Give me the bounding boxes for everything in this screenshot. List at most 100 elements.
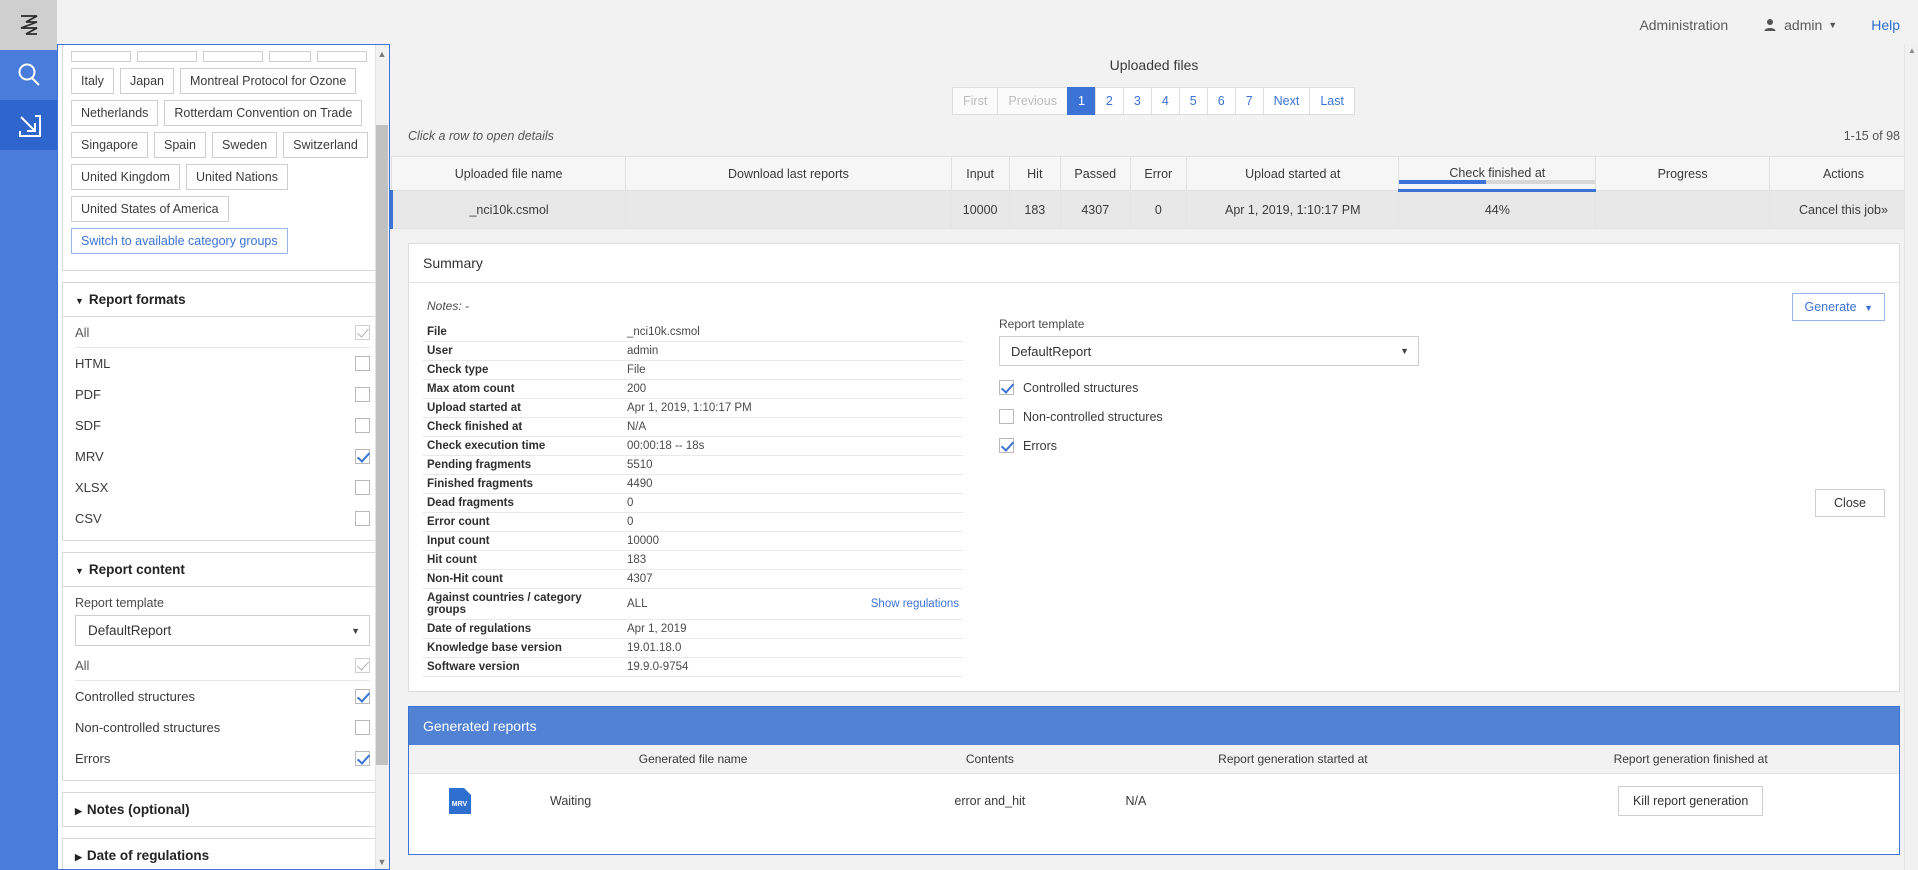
pagination-last[interactable]: Last [1309,87,1355,115]
report-format-row-csv[interactable]: CSV [75,503,370,534]
cell-downloads[interactable] [626,191,952,229]
kill-report-generation-button[interactable]: Kill report generation [1618,786,1763,816]
user-menu[interactable]: admin ▼ [1762,17,1837,33]
category-chip[interactable]: United Kingdom [71,164,180,190]
cell-action-cancel[interactable]: Cancel this job» [1769,191,1917,229]
col-error[interactable]: Error [1130,157,1187,191]
pagination-page-3[interactable]: 3 [1123,87,1152,115]
caret-right-icon: ▶ [75,806,82,816]
chip-clipped[interactable] [137,51,197,62]
report-format-row-sdf[interactable]: SDF [75,410,370,441]
sidebar-scrollbar-thumb[interactable] [376,125,388,765]
report-formats-header[interactable]: ▼Report formats [63,283,382,317]
report-content-checkbox-noncontrolled[interactable] [355,720,370,735]
category-chip[interactable]: Spain [154,132,206,158]
scroll-up-icon[interactable]: ▲ [376,47,388,61]
switch-category-groups-button[interactable]: Switch to available category groups [71,228,288,254]
summary-checkbox-noncontrolled[interactable] [999,409,1014,424]
category-chip[interactable]: United Nations [186,164,288,190]
sidebar-item-import[interactable] [0,100,57,150]
category-chip[interactable]: Italy [71,68,114,94]
summary-checkbox-controlled[interactable] [999,380,1014,395]
nav-help[interactable]: Help [1871,17,1900,33]
col-upload-started-at[interactable]: Upload started at [1187,157,1399,191]
pagination-page-5[interactable]: 5 [1179,87,1208,115]
report-format-checkbox-html[interactable] [355,356,370,371]
pagination-page-2[interactable]: 2 [1095,87,1124,115]
report-content-all-row[interactable]: All [75,650,370,681]
scroll-down-icon[interactable]: ▼ [376,855,388,869]
nav-administration[interactable]: Administration [1639,17,1728,33]
pagination-page-4[interactable]: 4 [1151,87,1180,115]
report-format-label: CSV [75,511,102,526]
category-chip[interactable]: Rotterdam Convention on Trade [164,100,362,126]
table-row[interactable]: _nci10k.csmol 10000 183 4307 0 Apr 1, 20… [392,191,1918,229]
summary-option-controlled[interactable]: Controlled structures [999,380,1885,395]
report-content-row-controlled[interactable]: Controlled structures [75,681,370,712]
summary-row: Check typeFile [423,361,963,380]
report-content-all-checkbox[interactable] [355,658,370,673]
report-format-row-mrv[interactable]: MRV [75,441,370,472]
generate-report-button[interactable]: Generate ▼ [1792,293,1885,321]
col-download-last-reports[interactable]: Download last reports [626,157,952,191]
app-logo[interactable] [0,0,57,50]
chip-clipped[interactable] [71,51,131,62]
col-check-finished-at[interactable]: Check finished at [1399,157,1596,191]
chip-clipped[interactable] [317,51,367,62]
pagination-page-1[interactable]: 1 [1067,87,1096,115]
pagination-first[interactable]: First [952,87,998,115]
summary-row: Finished fragments4490 [423,475,963,494]
report-content-checkbox-controlled[interactable] [355,689,370,704]
category-chip[interactable]: Montreal Protocol for Ozone [180,68,356,94]
summary-checkbox-errors[interactable] [999,438,1014,453]
report-content-checkbox-errors[interactable] [355,751,370,766]
main-scrollbar[interactable]: ▲ [1904,44,1918,870]
category-chip[interactable]: Netherlands [71,100,158,126]
category-chip[interactable]: Singapore [71,132,148,158]
report-format-checkbox-pdf[interactable] [355,387,370,402]
mrv-file-icon[interactable]: MRV [449,788,471,814]
show-regulations-link[interactable]: Show regulations [871,598,959,610]
pagination-page-6[interactable]: 6 [1207,87,1236,115]
col-progress[interactable]: Progress [1596,157,1770,191]
report-content-header[interactable]: ▼Report content [63,553,382,587]
report-format-checkbox-sdf[interactable] [355,418,370,433]
report-format-checkbox-mrv[interactable] [355,449,370,464]
report-formats-all-row[interactable]: All [75,317,370,348]
pagination-page-7[interactable]: 7 [1235,87,1264,115]
report-content-row-noncontrolled[interactable]: Non-controlled structures [75,712,370,743]
close-summary-button[interactable]: Close [1815,489,1885,517]
col-hit[interactable]: Hit [1009,157,1060,191]
report-formats-all-checkbox[interactable] [355,325,370,340]
col-uploaded-file-name[interactable]: Uploaded file name [392,157,626,191]
notes-header[interactable]: ▶Notes (optional) [63,793,382,826]
pagination-next[interactable]: Next [1263,87,1311,115]
chip-clipped[interactable] [203,51,263,62]
caret-down-icon: ▼ [75,296,84,306]
mrv-file-icon-label: MRV [452,801,467,808]
category-chip[interactable]: Switzerland [283,132,368,158]
scroll-up-icon[interactable]: ▲ [1905,44,1918,58]
summary-row: Dead fragments0 [423,494,963,513]
date-of-regulations-header[interactable]: ▶Date of regulations [63,839,382,870]
summary-option-errors[interactable]: Errors [999,438,1885,453]
report-format-checkbox-xlsx[interactable] [355,480,370,495]
sidebar-scrollbar[interactable]: ▲ ▼ [375,45,389,870]
category-chip[interactable]: Sweden [212,132,277,158]
sidebar-item-search[interactable] [0,50,57,100]
pagination-previous[interactable]: Previous [997,87,1068,115]
report-template-select[interactable]: DefaultReport ▼ [75,615,370,646]
report-format-row-xlsx[interactable]: XLSX [75,472,370,503]
summary-option-noncontrolled[interactable]: Non-controlled structures [999,409,1885,424]
report-format-row-pdf[interactable]: PDF [75,379,370,410]
category-chip[interactable]: United States of America [71,196,229,222]
col-actions[interactable]: Actions [1769,157,1917,191]
col-input[interactable]: Input [951,157,1009,191]
report-format-row-html[interactable]: HTML [75,348,370,379]
report-content-row-errors[interactable]: Errors [75,743,370,774]
col-passed[interactable]: Passed [1061,157,1130,191]
chip-clipped[interactable] [269,51,311,62]
report-format-checkbox-csv[interactable] [355,511,370,526]
category-chip[interactable]: Japan [120,68,174,94]
summary-template-select[interactable]: DefaultReport ▼ [999,336,1419,366]
